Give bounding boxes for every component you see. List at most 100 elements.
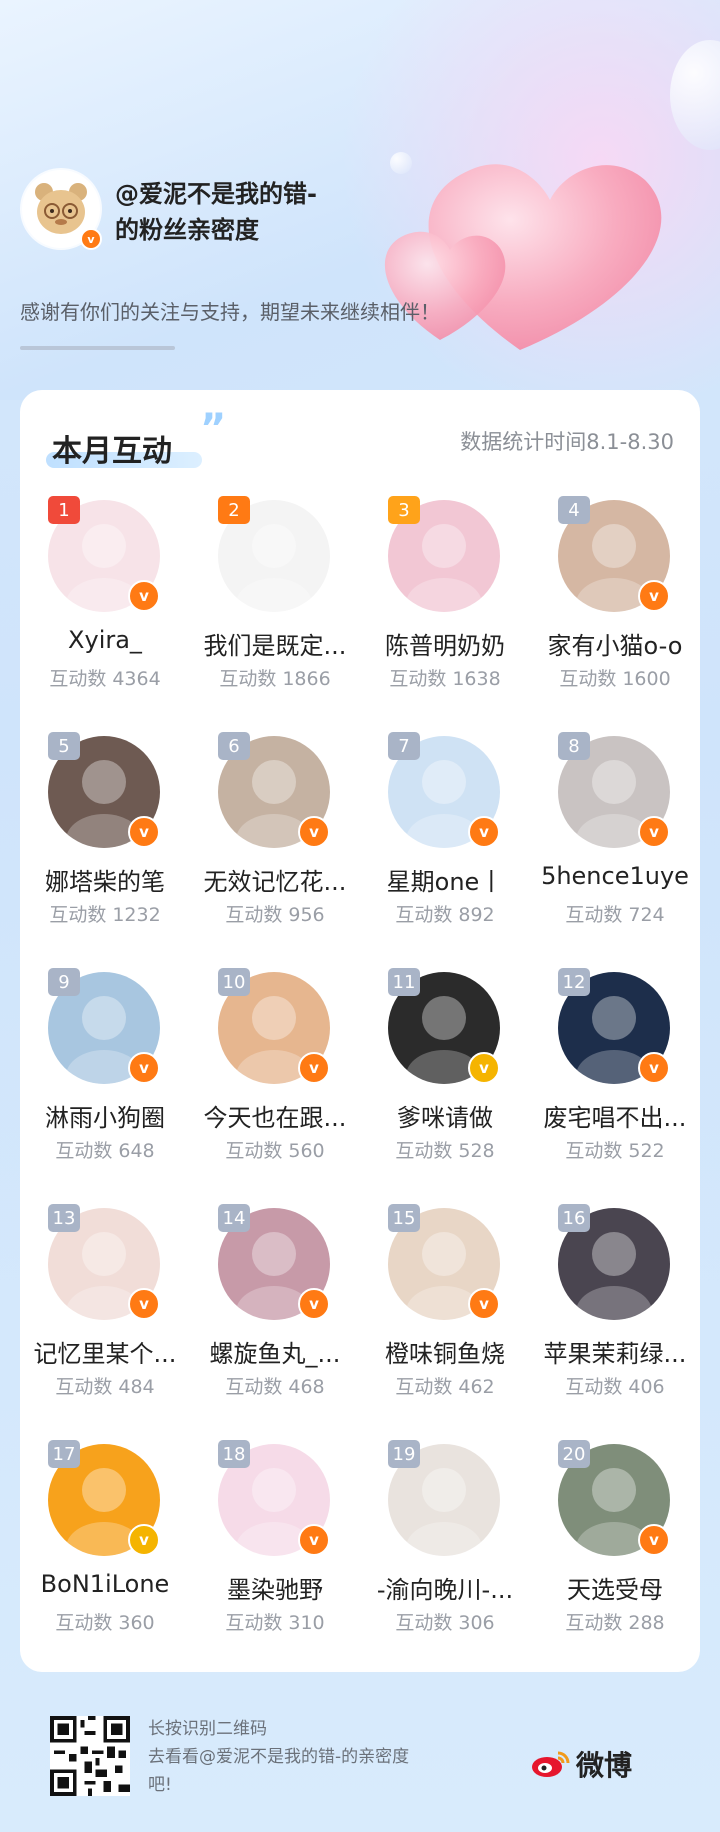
fan-item[interactable]: 17 v BoN1iLone 互动数 360 <box>20 1440 190 1680</box>
count-value: 956 <box>288 904 325 926</box>
fan-name: 家有小猫o-o <box>547 632 683 660</box>
fan-item[interactable]: 16 苹果茉莉绿... 互动数 406 <box>530 1204 700 1444</box>
fan-name: 天选受母 <box>567 1576 663 1604</box>
brand-name: 微博 <box>576 1749 633 1782</box>
qr-code-icon[interactable] <box>50 1716 130 1796</box>
count-value: 288 <box>628 1612 665 1634</box>
interaction-count: 互动数 288 <box>530 1608 700 1635</box>
count-value: 1600 <box>622 668 671 690</box>
fan-name: 娜塔柴的笔 <box>45 868 165 896</box>
count-value: 1638 <box>452 668 501 690</box>
count-value: 360 <box>118 1612 155 1634</box>
count-value: 484 <box>118 1376 155 1398</box>
fan-item[interactable]: 19 -渝向晚川-... 互动数 306 <box>360 1440 530 1680</box>
fan-item[interactable]: 15 v 橙味铜鱼烧 互动数 462 <box>360 1204 530 1444</box>
fan-item[interactable]: 10 v 今天也在跟... 互动数 560 <box>190 968 360 1208</box>
count-label: 互动数 <box>55 1140 113 1162</box>
fan-item[interactable]: 4 v 家有小猫o-o 互动数 1600 <box>530 496 700 736</box>
rank-badge: 3 <box>388 496 420 524</box>
fan-name: 星期one丨 <box>386 868 504 896</box>
verified-badge-icon: v <box>128 1052 160 1084</box>
fan-item[interactable]: 11 v 爹咪请做 互动数 528 <box>360 968 530 1208</box>
fan-name: 陈普明奶奶 <box>385 632 505 660</box>
rank-badge: 12 <box>558 968 590 996</box>
verified-badge-icon: v <box>638 580 670 612</box>
weibo-logo: 微博 <box>530 1744 632 1784</box>
count-label: 互动数 <box>55 1612 113 1634</box>
count-value: 310 <box>288 1612 325 1634</box>
interaction-count: 互动数 310 <box>190 1608 360 1635</box>
fan-item[interactable]: 6 v 无效记忆花... 互动数 956 <box>190 732 360 972</box>
fan-item[interactable]: 7 v 星期one丨 互动数 892 <box>360 732 530 972</box>
count-label: 互动数 <box>55 1376 113 1398</box>
rank-badge: 1 <box>48 496 80 524</box>
count-label: 互动数 <box>565 1376 623 1398</box>
interaction-count: 互动数 484 <box>20 1372 190 1399</box>
count-value: 560 <box>288 1140 325 1162</box>
fan-item[interactable]: 8 v 5hence1uye 互动数 724 <box>530 732 700 972</box>
interaction-count: 互动数 406 <box>530 1372 700 1399</box>
quote-icon: ” <box>200 406 227 452</box>
verified-badge-icon: v <box>298 1288 330 1320</box>
rank-badge: 2 <box>218 496 250 524</box>
count-label: 互动数 <box>49 668 107 690</box>
count-value: 528 <box>458 1140 495 1162</box>
rank-badge: 19 <box>388 1440 420 1468</box>
verified-badge-icon: v <box>128 816 160 848</box>
fan-item[interactable]: 18 v 墨染驰野 互动数 310 <box>190 1440 360 1680</box>
count-value: 4364 <box>112 668 161 690</box>
interaction-count: 互动数 462 <box>360 1372 530 1399</box>
count-value: 306 <box>458 1612 495 1634</box>
rank-badge: 6 <box>218 732 250 760</box>
count-label: 互动数 <box>219 668 277 690</box>
count-label: 互动数 <box>225 1140 283 1162</box>
fan-name: 无效记忆花... <box>203 868 347 896</box>
rank-badge: 14 <box>218 1204 250 1232</box>
fan-item[interactable]: 13 v 记忆里某个... 互动数 484 <box>20 1204 190 1444</box>
interaction-count: 互动数 528 <box>360 1136 530 1163</box>
fan-name: 记忆里某个... <box>33 1340 177 1368</box>
fan-name: 螺旋鱼丸_... <box>209 1340 341 1368</box>
fan-item[interactable]: 20 v 天选受母 互动数 288 <box>530 1440 700 1680</box>
fan-item[interactable]: 2 我们是既定... 互动数 1866 <box>190 496 360 736</box>
fan-name: 我们是既定... <box>203 632 347 660</box>
fan-item[interactable]: 5 v 娜塔柴的笔互动数 1232 <box>20 732 190 972</box>
count-value: 522 <box>628 1140 665 1162</box>
verified-badge-icon: v <box>298 816 330 848</box>
verified-badge-icon: v <box>468 1052 500 1084</box>
footer-text-1: 长按识别二维码 <box>148 1719 267 1739</box>
interaction-count: 互动数 956 <box>190 900 360 927</box>
fan-item[interactable]: 9 v 淋雨小狗圈互动数 648 <box>20 968 190 1208</box>
title-line-2: 的粉丝亲密度 <box>115 216 259 244</box>
interaction-count: 互动数 892 <box>360 900 530 927</box>
rank-badge: 16 <box>558 1204 590 1232</box>
fan-name: -渝向晚川-... <box>376 1576 514 1604</box>
interaction-count: 互动数 1638 <box>360 664 530 691</box>
fan-item[interactable]: 12 v 废宅唱不出... 互动数 522 <box>530 968 700 1208</box>
hearts-illustration <box>384 164 662 350</box>
fan-name: Xyira_ <box>68 626 142 654</box>
footer-text-3: 吧! <box>148 1775 172 1795</box>
count-value: 648 <box>118 1140 155 1162</box>
count-value: 406 <box>628 1376 665 1398</box>
interaction-count: 互动数 1232 <box>20 900 190 927</box>
rank-badge: 17 <box>48 1440 80 1468</box>
interaction-count: 互动数 468 <box>190 1372 360 1399</box>
rank-badge: 13 <box>48 1204 80 1232</box>
ranking-card: 本月互动 ” 数据统计时间8.1-8.30 1 v Xyira_ 互动数 4364 2 我们… <box>20 390 700 1672</box>
section-title: 本月互动 <box>52 434 172 469</box>
count-label: 互动数 <box>565 904 623 926</box>
rank-badge: 5 <box>48 732 80 760</box>
fan-name: 墨染驰野 <box>227 1576 323 1604</box>
footer: 长按识别二维码 去看看@爱泥不是我的错-的亲密度 吧! 微博 <box>0 1690 720 1832</box>
fan-item[interactable]: 14 v 螺旋鱼丸_... 互动数 468 <box>190 1204 360 1444</box>
fan-item[interactable]: 1 v Xyira_ 互动数 4364 <box>20 496 190 736</box>
fan-name: 淋雨小狗圈 <box>45 1104 165 1132</box>
rank-badge: 9 <box>48 968 80 996</box>
rank-badge: 11 <box>388 968 420 996</box>
interaction-count: 互动数 360 <box>20 1608 190 1635</box>
title-line-1[interactable]: @爱泥不是我的错- <box>115 176 317 212</box>
fan-item[interactable]: 3 陈普明奶奶互动数 1638 <box>360 496 530 736</box>
count-value: 1232 <box>112 904 161 926</box>
verified-badge-icon: v <box>468 1288 500 1320</box>
